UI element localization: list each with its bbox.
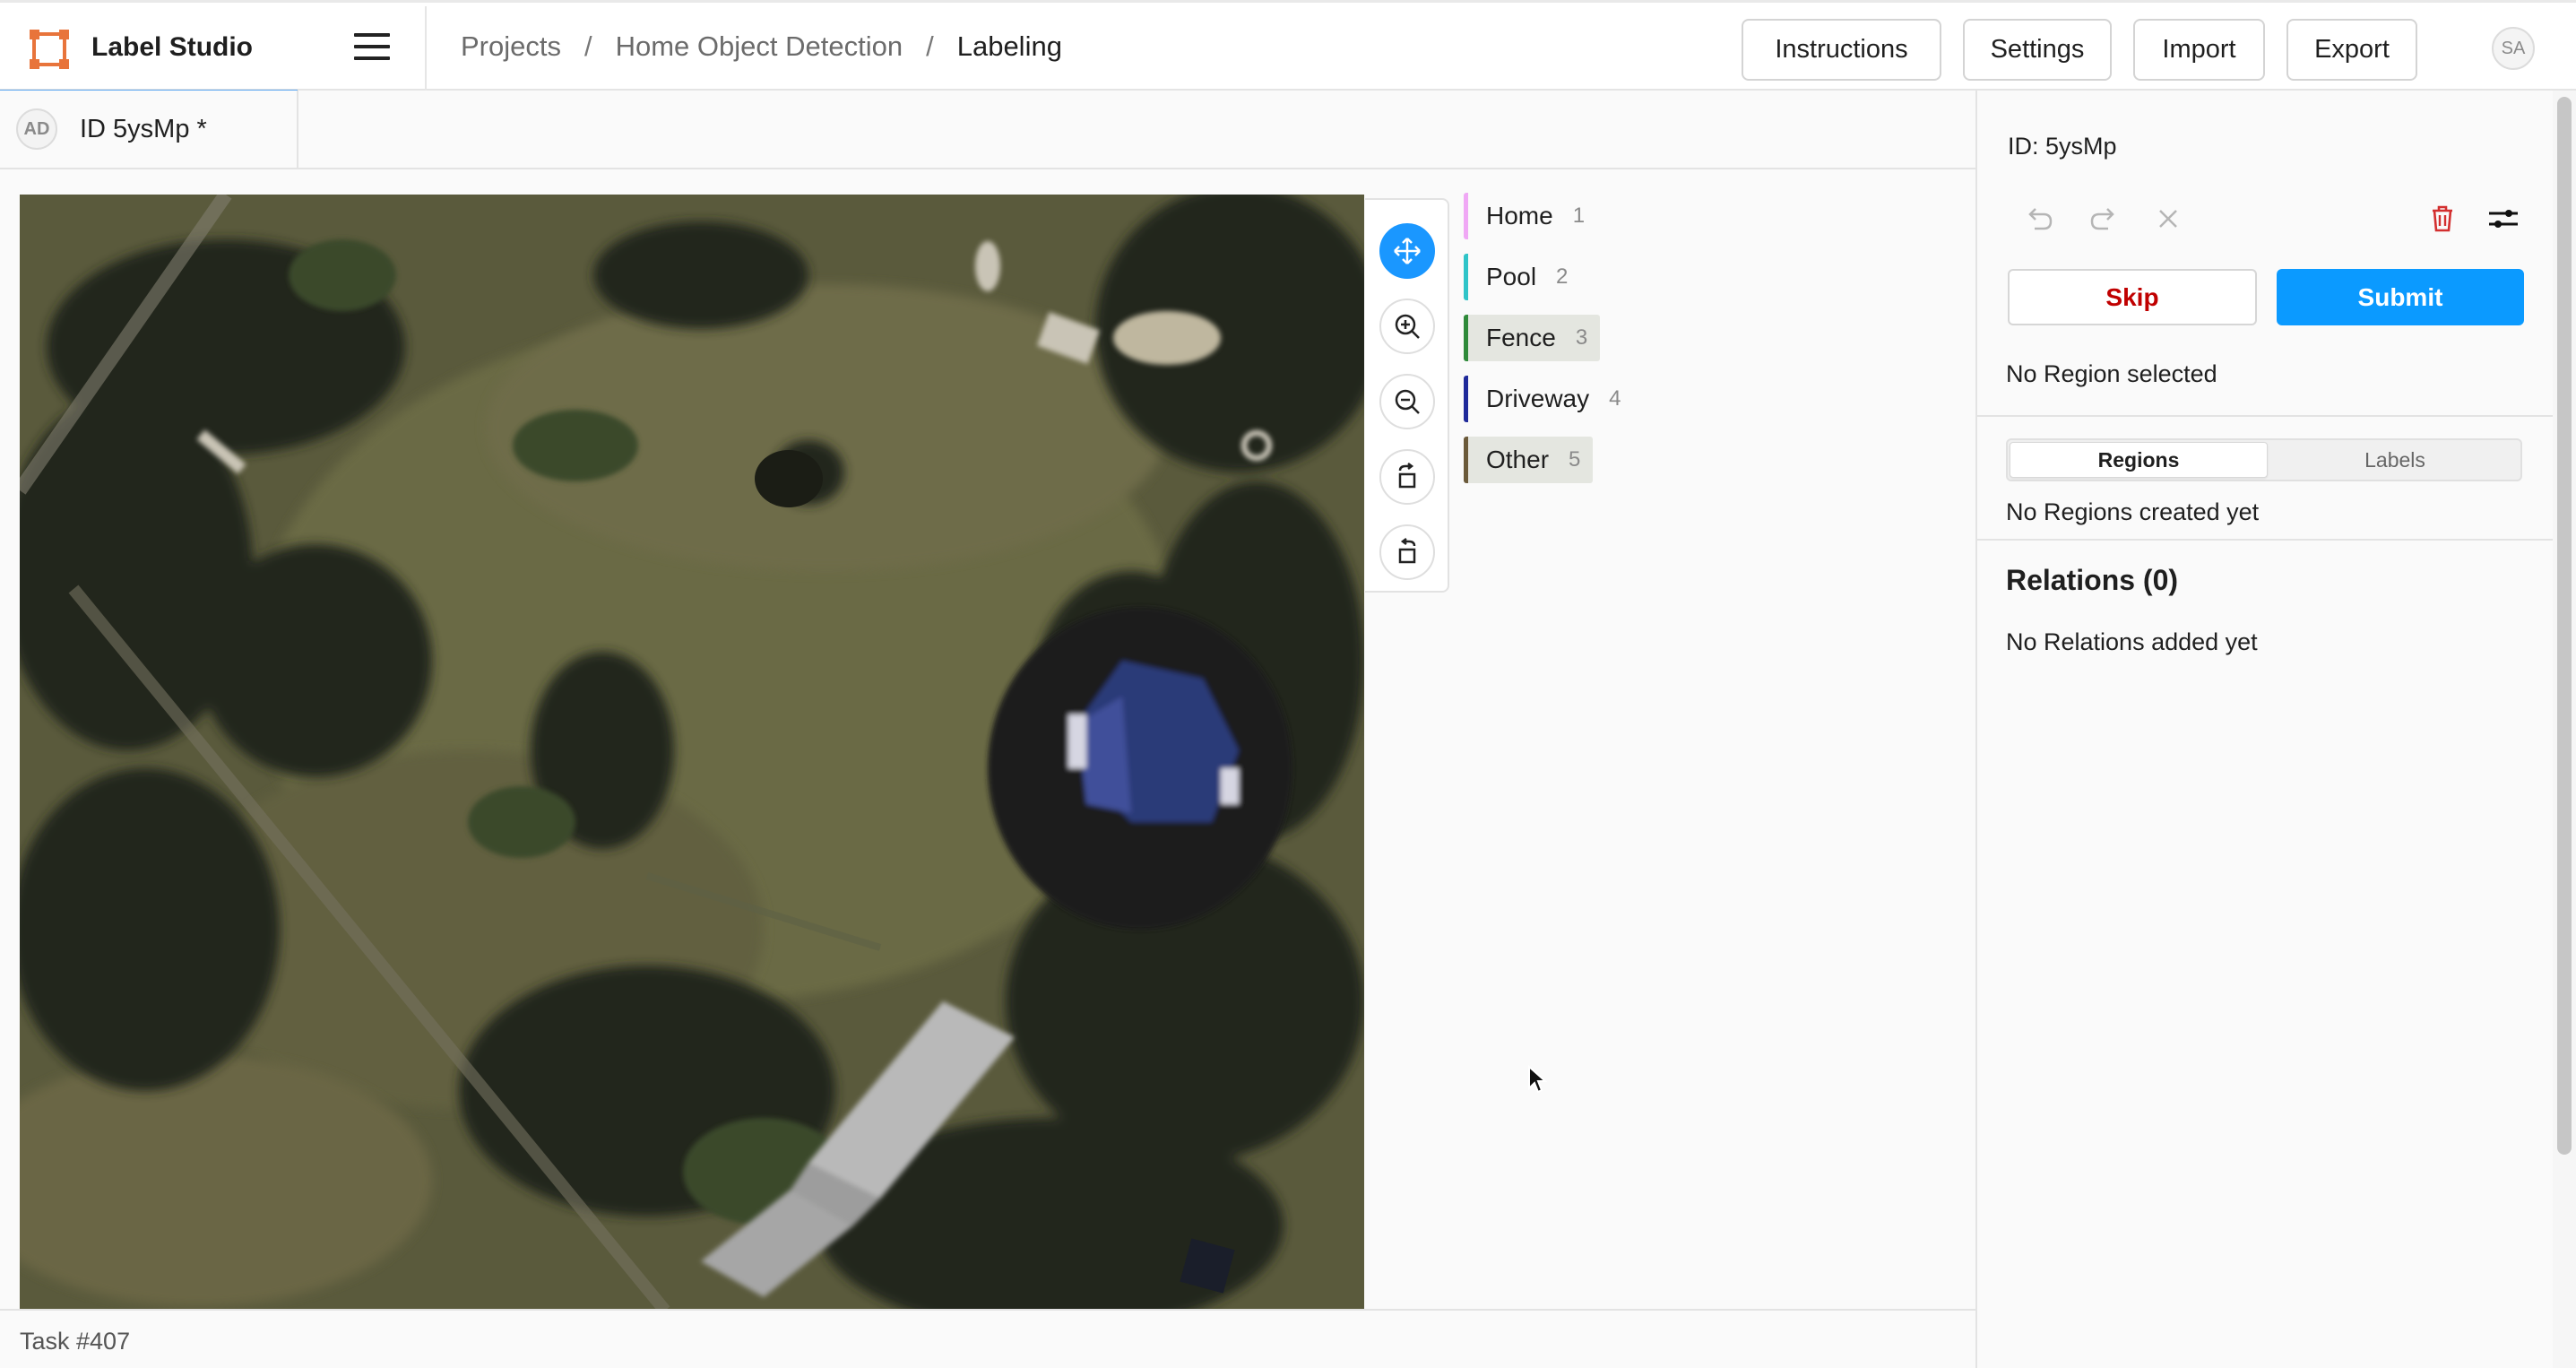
tab-regions[interactable]: Regions bbox=[2010, 442, 2268, 478]
annotator-avatar: AD bbox=[16, 108, 57, 150]
tab-labels[interactable]: Labels bbox=[2269, 442, 2520, 478]
breadcrumb-separator: / bbox=[926, 30, 934, 62]
settings-button[interactable]: Settings bbox=[1963, 19, 2112, 81]
regions-labels-toggle: Regions Labels bbox=[2006, 438, 2522, 481]
hamburger-menu-icon[interactable] bbox=[354, 33, 390, 64]
export-button[interactable]: Export bbox=[2286, 19, 2417, 81]
app-title[interactable]: Label Studio bbox=[91, 32, 253, 63]
scrollbar-thumb[interactable] bbox=[2557, 97, 2572, 1155]
status-bar: Task #407 bbox=[0, 1309, 1975, 1368]
instructions-button[interactable]: Instructions bbox=[1742, 19, 1941, 81]
annotation-tabs: AD ID 5ysMp * bbox=[0, 91, 1975, 169]
redo-icon[interactable] bbox=[2087, 202, 2121, 236]
rotate-right-icon[interactable] bbox=[1379, 524, 1435, 580]
no-region-selected-text: No Region selected bbox=[2006, 360, 2217, 387]
label-hotkey: 3 bbox=[1575, 325, 1588, 350]
label-pool[interactable]: Pool 2 bbox=[1464, 254, 1580, 300]
label-hotkey: 2 bbox=[1556, 264, 1569, 289]
zoom-out-icon[interactable] bbox=[1379, 374, 1435, 429]
label-name: Fence bbox=[1486, 324, 1556, 351]
reset-close-icon[interactable] bbox=[2151, 202, 2185, 236]
label-driveway[interactable]: Driveway 4 bbox=[1464, 376, 1634, 422]
label-fence[interactable]: Fence 3 bbox=[1464, 315, 1601, 361]
panel-divider bbox=[1977, 539, 2554, 541]
skip-button[interactable]: Skip bbox=[2008, 269, 2257, 325]
settings-sliders-icon[interactable] bbox=[2486, 202, 2520, 236]
label-hotkey: 5 bbox=[1569, 447, 1581, 472]
label-home[interactable]: Home 1 bbox=[1464, 193, 1597, 239]
label-hotkey: 1 bbox=[1572, 203, 1586, 228]
label-hotkey: 4 bbox=[1609, 386, 1621, 411]
submit-button[interactable]: Submit bbox=[2277, 269, 2524, 325]
move-icon[interactable] bbox=[1379, 223, 1435, 279]
panel-divider bbox=[1977, 415, 2554, 417]
breadcrumb: Projects / Home Object Detection / Labeling bbox=[461, 30, 1062, 63]
header-divider bbox=[425, 6, 427, 91]
undo-icon[interactable] bbox=[2022, 202, 2056, 236]
breadcrumb-project[interactable]: Home Object Detection bbox=[616, 30, 903, 62]
top-header: Label Studio Projects / Home Object Detect… bbox=[0, 0, 2576, 93]
labeling-area: Home 1 Pool 2 Fence 3 Driveway 4 Other 5 bbox=[0, 169, 1975, 1311]
no-relations-text: No Relations added yet bbox=[2006, 628, 2258, 655]
label-name: Driveway bbox=[1486, 385, 1590, 412]
aerial-photo bbox=[20, 195, 1364, 1311]
side-panel: ID: 5ysMp Skip Submit No Region selected… bbox=[1975, 91, 2554, 1368]
image-toolbar bbox=[1365, 198, 1449, 593]
label-name: Other bbox=[1486, 446, 1550, 473]
label-other[interactable]: Other 5 bbox=[1464, 437, 1594, 483]
breadcrumb-current: Labeling bbox=[956, 30, 1062, 62]
label-name: Pool bbox=[1486, 263, 1537, 290]
label-studio-logo-icon[interactable] bbox=[29, 29, 70, 70]
annotation-id: ID: 5ysMp bbox=[2008, 133, 2117, 160]
delete-trash-icon[interactable] bbox=[2425, 202, 2459, 236]
relations-title: Relations (0) bbox=[2006, 564, 2179, 596]
user-avatar[interactable]: SA bbox=[2492, 27, 2535, 70]
annotation-tab[interactable]: AD ID 5ysMp * bbox=[0, 91, 298, 168]
breadcrumb-separator: / bbox=[583, 30, 592, 62]
aerial-image-canvas[interactable] bbox=[20, 195, 1364, 1311]
mouse-cursor-icon bbox=[1528, 1065, 1547, 1094]
rotate-left-icon[interactable] bbox=[1379, 449, 1435, 505]
no-regions-text: No Regions created yet bbox=[2006, 498, 2260, 525]
annotation-tab-label: ID 5ysMp * bbox=[80, 115, 207, 143]
breadcrumb-projects[interactable]: Projects bbox=[461, 30, 561, 62]
task-id-label: Task #407 bbox=[20, 1328, 131, 1355]
label-name: Home bbox=[1486, 202, 1553, 229]
zoom-in-icon[interactable] bbox=[1379, 299, 1435, 354]
import-button[interactable]: Import bbox=[2133, 19, 2265, 81]
